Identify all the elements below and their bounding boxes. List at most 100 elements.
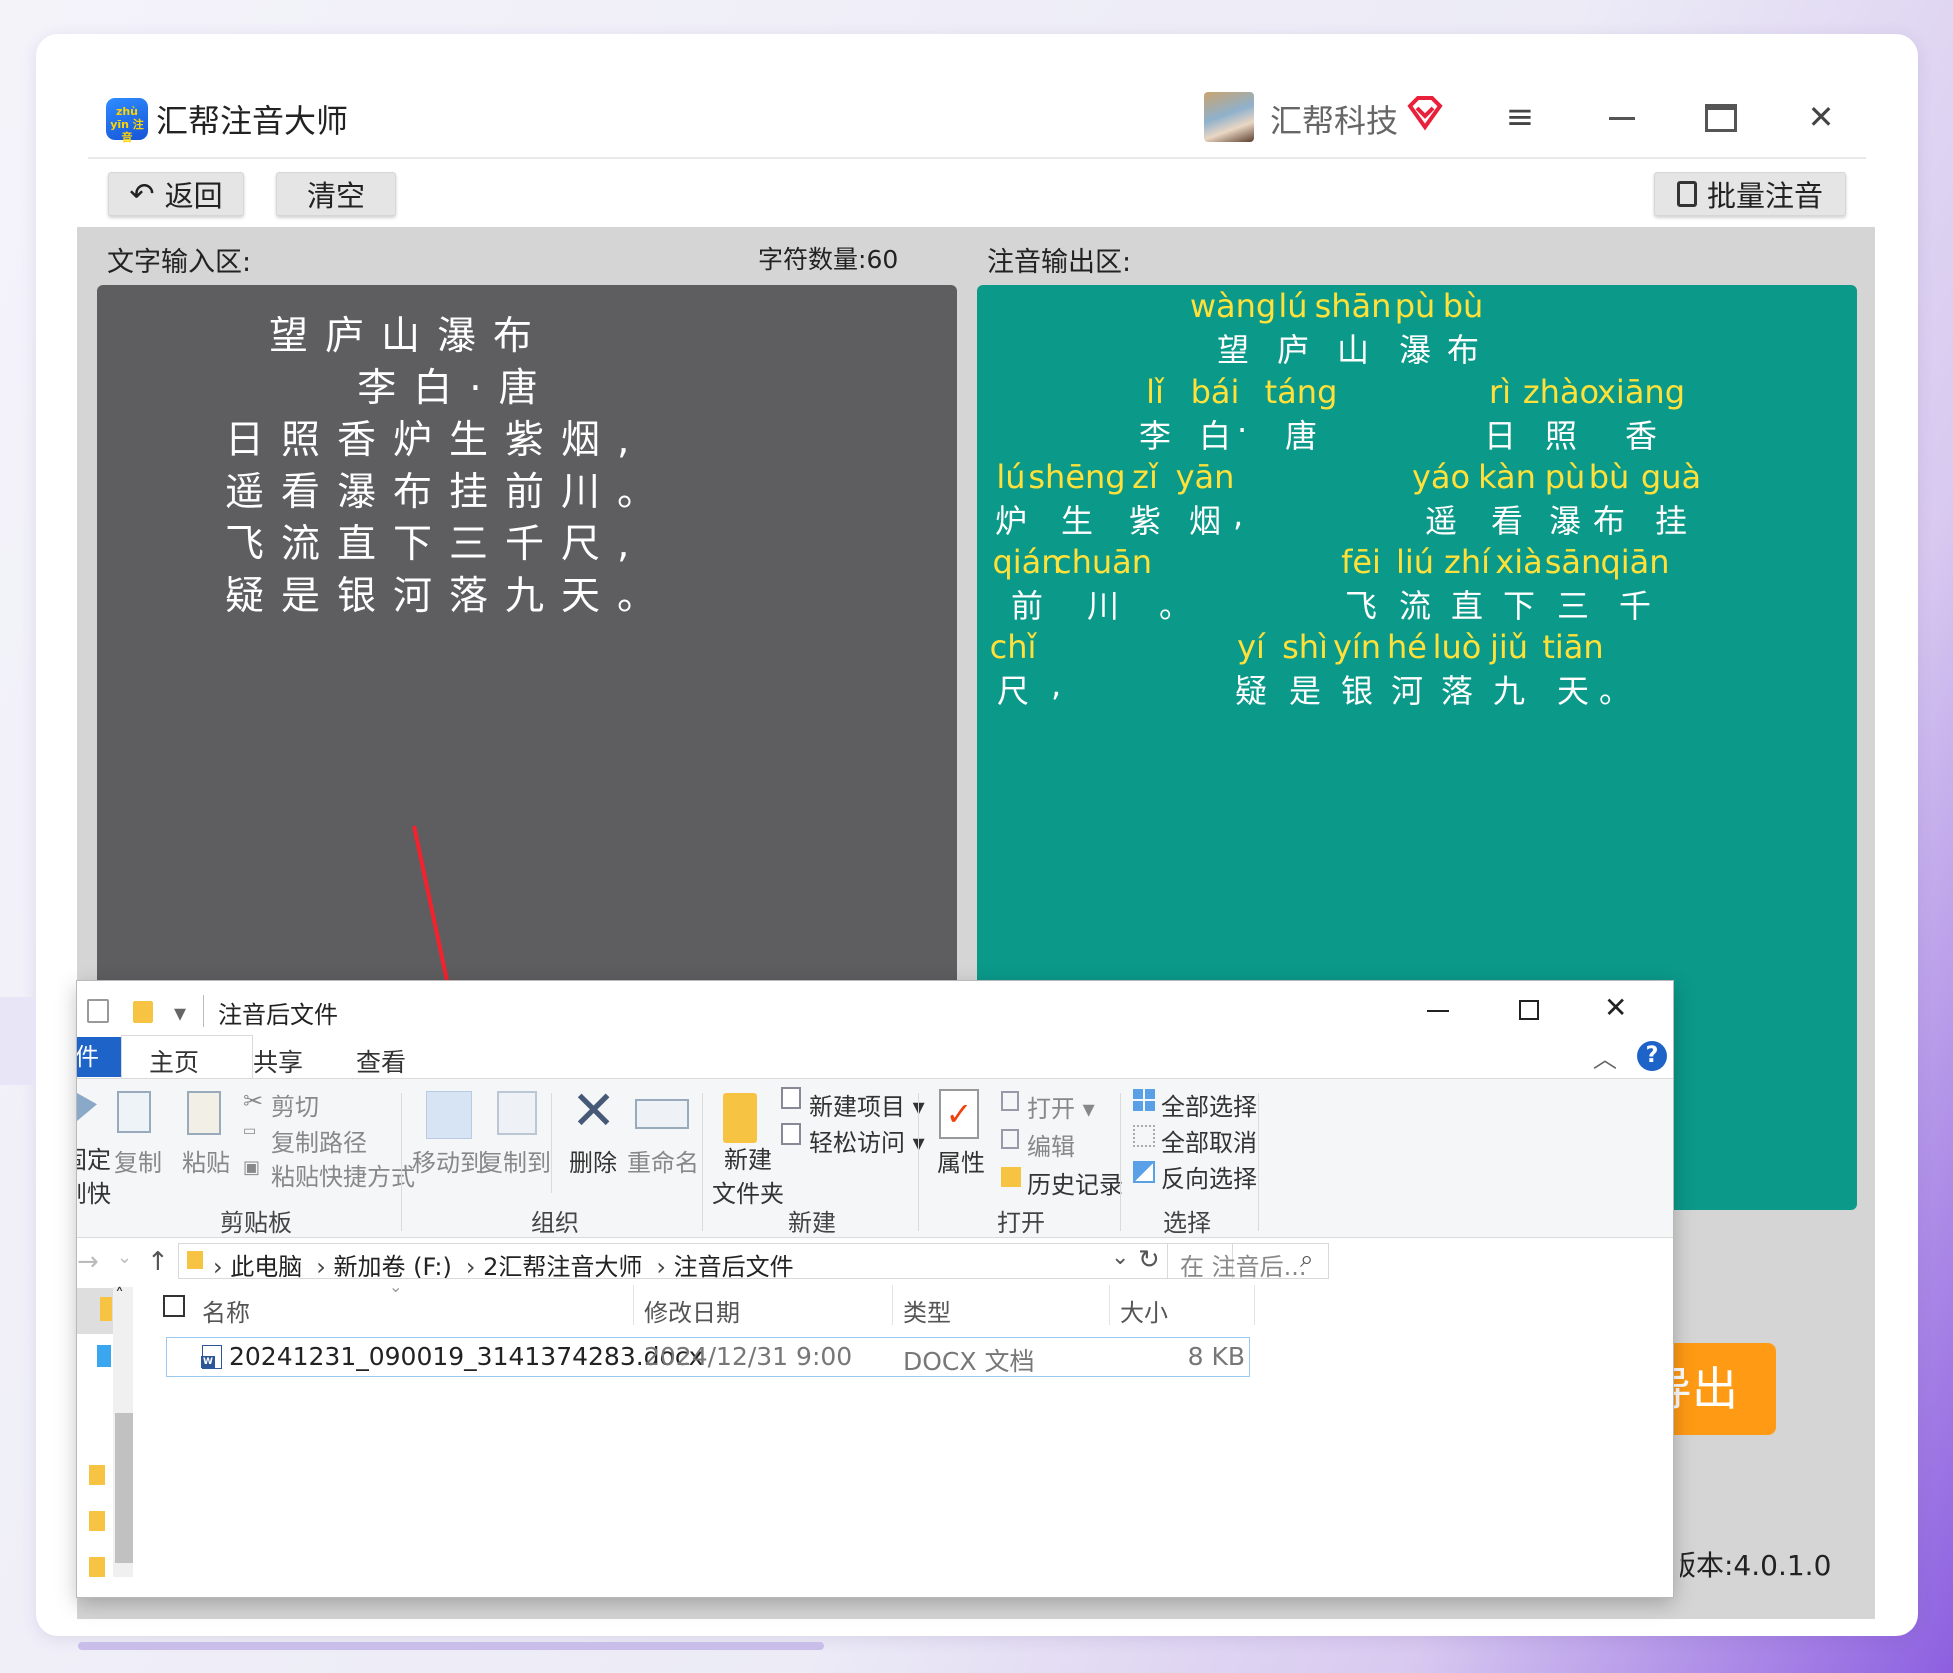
tab-share[interactable]: 共享 — [253, 1043, 303, 1079]
document-icon — [1676, 181, 1697, 207]
minimize-icon[interactable] — [1609, 117, 1635, 120]
input-line: 李白·唐 — [269, 366, 555, 411]
column-type[interactable]: 类型 — [903, 1293, 951, 1328]
breadcrumb-separator-icon[interactable]: › — [213, 1253, 230, 1281]
hanzi-char: 照 — [1545, 417, 1578, 455]
file-name[interactable]: 20241231_090019_3141374283.docx — [229, 1342, 703, 1371]
pinyin-syllable: lǐ — [1146, 373, 1164, 411]
pinyin-syllable: kàn — [1478, 458, 1536, 496]
forward-button[interactable]: → — [77, 1247, 99, 1277]
select-none-button[interactable]: 全部取消 — [1161, 1123, 1257, 1158]
file-explorer-window: ▾ 注音后文件 ✕ 文件 主页 共享 查看 ︿ ? 固定到快速访问 复制 粘贴 … — [77, 981, 1673, 1597]
select-all-icon — [1133, 1089, 1155, 1111]
folder-icon[interactable] — [133, 1001, 153, 1023]
delete-button[interactable]: 删除 — [569, 1143, 617, 1178]
maximize-icon[interactable] — [1705, 104, 1737, 132]
pinyin-syllable: bái — [1190, 373, 1240, 411]
clear-button[interactable]: 清空 — [276, 172, 396, 216]
copy-to-button[interactable]: 复制到 — [479, 1143, 551, 1178]
breadcrumb-item[interactable]: 此电脑 — [230, 1253, 302, 1281]
input-text[interactable]: 望庐山瀑布 李白·唐 日照香炉生紫烟, 遥看瀑布挂前川。 飞流直下三千尺, 疑是银河落九… — [97, 305, 957, 619]
pinyin-syllable: chǐ — [989, 628, 1037, 666]
select-all-button[interactable]: 全部选择 — [1161, 1087, 1257, 1122]
easy-access-button[interactable]: 轻松访问 ▾ — [809, 1123, 925, 1158]
tab-home[interactable]: 主页 — [149, 1043, 199, 1079]
open-icon — [1001, 1091, 1019, 1111]
pinyin-syllable: zhí — [1444, 543, 1490, 581]
properties-button[interactable]: 属性 — [937, 1143, 985, 1178]
new-folder-icon — [723, 1093, 757, 1143]
column-name[interactable]: 名称 — [202, 1293, 250, 1328]
file-date: 2024/12/31 9:00 — [644, 1342, 853, 1371]
minimize-icon[interactable] — [1427, 1010, 1449, 1012]
invert-selection-icon — [1133, 1161, 1155, 1183]
up-button[interactable]: ↑ — [147, 1247, 169, 1277]
paste-shortcut-icon: ▣ — [243, 1157, 261, 1178]
pinyin-syllable: sān — [1544, 543, 1602, 581]
hanzi-char: · — [1237, 411, 1248, 449]
breadcrumb-item[interactable]: 注音后文件 — [674, 1253, 794, 1281]
rename-button[interactable]: 重命名 — [627, 1143, 699, 1178]
select-all-checkbox[interactable] — [163, 1295, 185, 1317]
tab-view[interactable]: 查看 — [356, 1043, 406, 1079]
export-button[interactable]: 导出 — [1658, 1343, 1776, 1435]
cut-button[interactable]: 剪切 — [271, 1087, 319, 1122]
vip-diamond-icon[interactable] — [1406, 94, 1444, 132]
hanzi-char: 布 — [1593, 502, 1626, 540]
batch-annotate-button[interactable]: 批量注音 — [1654, 172, 1846, 216]
address-dropdown-icon[interactable]: ⌄ — [1111, 1245, 1129, 1270]
back-button[interactable]: ↶ 返回 — [108, 172, 244, 216]
input-line: 日照香炉生紫烟, — [225, 418, 647, 463]
breadcrumb-separator-icon[interactable]: › — [316, 1253, 333, 1281]
breadcrumb-separator-icon[interactable]: › — [656, 1253, 673, 1281]
help-icon[interactable]: ? — [1637, 1041, 1667, 1071]
history-button[interactable]: 历史记录 — [1027, 1165, 1123, 1200]
breadcrumb[interactable]: › 此电脑 › 新加卷 (F:) › 2汇帮注音大师 › 注音后文件 — [213, 1247, 808, 1282]
column-size[interactable]: 大小 — [1120, 1293, 1168, 1328]
search-icon[interactable]: ⌕ — [1300, 1245, 1313, 1273]
properties-check-icon[interactable] — [87, 999, 109, 1023]
pinyin-syllable: pù — [1394, 287, 1436, 325]
hanzi-char: 望 — [1217, 331, 1250, 369]
paste-shortcut-button[interactable]: 粘贴快捷方式 — [271, 1157, 415, 1192]
file-size: 8 KB — [1187, 1342, 1245, 1371]
pinyin-syllable: xiāng — [1596, 373, 1686, 411]
tab-file[interactable]: 文件 — [77, 1037, 121, 1077]
menu-icon[interactable]: ≡ — [1496, 94, 1544, 142]
pinyin-syllable: bù — [1442, 287, 1484, 325]
sort-indicator-icon: ⌄ — [389, 1277, 403, 1296]
refresh-icon[interactable]: ↻ — [1138, 1245, 1160, 1275]
copy-button[interactable]: 复制 — [114, 1143, 162, 1178]
scroll-up-icon[interactable]: ˄ — [115, 1285, 124, 1306]
hanzi-char: 疑 — [1235, 672, 1268, 710]
invert-selection-button[interactable]: 反向选择 — [1161, 1159, 1257, 1194]
pinyin-syllable: yín — [1332, 628, 1382, 666]
close-icon[interactable]: ✕ — [1797, 94, 1845, 142]
search-input[interactable]: 在 注音后... — [1180, 1247, 1307, 1282]
avatar[interactable] — [1204, 92, 1254, 142]
hanzi-char: 看 — [1491, 502, 1524, 540]
scrollbar-thumb[interactable] — [115, 1413, 133, 1563]
pin-quick-access-button[interactable]: 固定到快速访问 — [77, 1143, 111, 1213]
qat-dropdown-icon[interactable]: ▾ — [174, 999, 186, 1027]
breadcrumb-separator-icon[interactable]: › — [466, 1253, 483, 1281]
recent-dropdown-icon[interactable]: ⌄ — [117, 1247, 132, 1268]
hanzi-char: 烟 — [1189, 502, 1222, 540]
pinyin-syllable: jiǔ — [1489, 628, 1529, 666]
collapse-ribbon-icon[interactable]: ︿ — [1593, 1039, 1617, 1074]
new-item-button[interactable]: 新建项目 ▾ — [809, 1087, 925, 1122]
hanzi-char: 飞 — [1345, 587, 1378, 625]
move-to-button[interactable]: 移动到 — [412, 1143, 484, 1178]
open-button[interactable]: 打开 ▾ — [1027, 1089, 1095, 1124]
new-folder-button[interactable]: 新建 文件夹 — [712, 1143, 784, 1211]
open-group-label: 打开 — [997, 1209, 1045, 1237]
maximize-icon[interactable] — [1519, 1000, 1539, 1020]
copy-path-button[interactable]: 复制路径 — [271, 1123, 367, 1158]
user-name[interactable]: 汇帮科技 — [1270, 96, 1398, 142]
paste-button[interactable]: 粘贴 — [182, 1143, 230, 1178]
close-icon[interactable]: ✕ — [1604, 991, 1627, 1024]
edit-button[interactable]: 编辑 — [1027, 1127, 1075, 1162]
breadcrumb-item[interactable]: 2汇帮注音大师 — [483, 1253, 642, 1281]
column-date[interactable]: 修改日期 — [644, 1293, 740, 1328]
hanzi-char: 炉 — [995, 502, 1028, 540]
